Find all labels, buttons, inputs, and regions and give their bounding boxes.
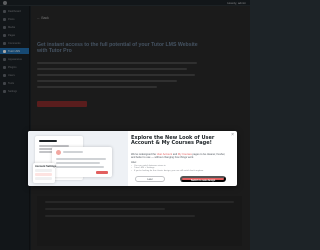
mockup-option [35, 177, 52, 180]
mockup-line [63, 151, 83, 153]
modal-backdrop[interactable] [0, 0, 250, 250]
whats-new-modal: Account Settings × Explore the New Look … [28, 131, 237, 186]
later-button[interactable]: Later [135, 176, 165, 182]
mockup-button [96, 171, 108, 174]
preview-title: Account Settings [35, 165, 57, 168]
modal-preview: Account Settings [28, 131, 128, 186]
mockup-line [56, 158, 106, 160]
preview-profile-card [52, 147, 112, 177]
note-list: You can switch between views in Tutor LM… [131, 165, 229, 174]
mockup-option [35, 169, 52, 172]
modal-body: Explore the New Look of User Account & M… [131, 131, 235, 186]
modal-description: We've redesigned the User Account and My… [131, 153, 229, 159]
mockup-option [35, 173, 52, 176]
mockup-heading [39, 140, 57, 142]
mockup-line [56, 162, 100, 164]
mockup-line [56, 166, 104, 168]
avatar [56, 150, 61, 155]
preview-menu-card: Account Settings [33, 163, 57, 183]
switch-design-button[interactable]: Switch to new design [180, 176, 226, 182]
list-item: If you're looking for the classic design… [131, 170, 229, 173]
modal-title: Explore the New Look of User Account & M… [131, 135, 215, 147]
